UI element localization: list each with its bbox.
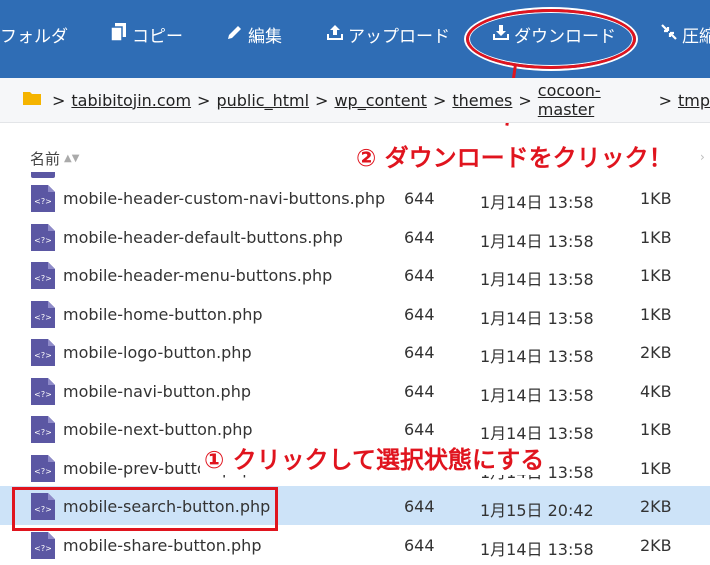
- file-row[interactable]: <?> mobile-header-menu-buttons.php 644 1月14…: [0, 255, 710, 294]
- file-name: mobile-header-menu-buttons.php: [63, 266, 333, 285]
- file-size: 4KB: [640, 381, 672, 401]
- file-permission: 644: [404, 497, 435, 516]
- file-size: 2KB: [640, 497, 672, 516]
- file-size: 1KB: [640, 458, 672, 478]
- php-file-icon: <?>: [31, 416, 55, 443]
- php-file-icon: <?>: [31, 223, 55, 251]
- breadcrumb-item-themes[interactable]: themes: [452, 91, 512, 110]
- breadcrumb-separator: >: [658, 90, 672, 110]
- file-date: 1月14日 13:58: [480, 193, 594, 212]
- file-date: 1月14日 13:58: [480, 308, 594, 328]
- breadcrumb-separator: >: [315, 90, 329, 110]
- file-permission: 644: [404, 381, 435, 401]
- file-row[interactable]: <?> mobile-navi-button.php 644 1月14日 13:58 4…: [0, 371, 710, 410]
- svg-text:<?>: <?>: [34, 274, 52, 283]
- pencil-icon: [226, 23, 248, 46]
- file-size: 2KB: [640, 343, 672, 362]
- file-name: mobile-header-default-buttons.php: [63, 227, 343, 247]
- php-file-icon: <?>: [31, 300, 55, 328]
- file-date: 1月14日 13:58: [480, 347, 594, 366]
- file-permission: 644: [404, 535, 435, 555]
- copy-button[interactable]: コピー: [110, 20, 183, 48]
- svg-text:<?>: <?>: [34, 544, 52, 553]
- breadcrumb: > tabibitojin.com > public_html > wp_con…: [0, 78, 710, 123]
- svg-text:<?>: <?>: [34, 197, 52, 206]
- breadcrumb-item-cocoon-master[interactable]: cocoon-master: [538, 81, 653, 119]
- file-date: 1月14日 13:58: [480, 231, 594, 251]
- file-row[interactable]: <?> mobile-header-default-buttons.php 644 1…: [0, 217, 710, 256]
- file-permission: 644: [404, 304, 435, 324]
- compress-button-label: 圧縮: [682, 26, 710, 47]
- copy-icon: [110, 22, 132, 47]
- file-size: 1KB: [640, 266, 672, 285]
- upload-icon: [326, 23, 348, 46]
- edit-button[interactable]: 編集: [226, 20, 282, 48]
- svg-text:<?>: <?>: [34, 428, 52, 437]
- breadcrumb-item-domain[interactable]: tabibitojin.com: [71, 91, 191, 110]
- breadcrumb-separator: >: [52, 90, 66, 110]
- file-permission: 644: [404, 227, 435, 247]
- compress-icon: [660, 23, 682, 46]
- php-file-icon: <?>: [31, 339, 55, 366]
- upload-button-label: アップロード: [348, 26, 450, 47]
- sort-arrows-icon: ▲▼: [64, 153, 80, 164]
- file-date: 1月14日 13:58: [480, 385, 594, 405]
- file-name: mobile-home-button.php: [63, 304, 263, 324]
- new-folder-button[interactable]: フォルダ: [0, 20, 68, 48]
- file-name: mobile-navi-button.php: [63, 381, 251, 401]
- file-permission: 644: [404, 420, 435, 439]
- download-instruction-note: ② ダウンロードをクリック！: [352, 138, 677, 173]
- breadcrumb-item-public-html[interactable]: public_html: [216, 91, 309, 110]
- breadcrumb-separator: >: [518, 90, 532, 110]
- file-size: 1KB: [640, 304, 672, 324]
- compress-button[interactable]: 圧縮: [660, 20, 710, 48]
- file-date: 1月14日 13:58: [480, 539, 594, 559]
- upload-button[interactable]: アップロード: [326, 20, 450, 48]
- file-size: 1KB: [640, 189, 672, 208]
- file-permission: 644: [404, 189, 435, 208]
- file-permission: 644: [404, 266, 435, 285]
- file-date: 1月15日 20:42: [480, 501, 594, 520]
- file-name: mobile-next-button.php: [63, 420, 253, 439]
- column-header-name-label: 名前: [30, 150, 61, 168]
- svg-text:<?>: <?>: [34, 236, 52, 245]
- file-size: 2KB: [640, 535, 672, 555]
- file-row[interactable]: <?> mobile-logo-button.php 644 1月14日 13:58 2…: [0, 332, 710, 371]
- file-permission: 644: [404, 343, 435, 362]
- breadcrumb-item-wp-content[interactable]: wp_content: [334, 91, 427, 110]
- file-name: mobile-share-button.php: [63, 535, 262, 555]
- file-row[interactable]: <?> mobile-home-button.php 644 1月14日 13:58 1…: [0, 294, 710, 333]
- column-header-name[interactable]: 名前 ▲▼: [30, 148, 79, 169]
- file-size: 1KB: [640, 227, 672, 247]
- file-date: 1月14日 13:58: [480, 270, 594, 289]
- svg-text:<?>: <?>: [34, 313, 52, 322]
- download-highlight-ellipse: [466, 9, 636, 69]
- edit-button-label: 編集: [248, 26, 282, 47]
- file-row[interactable]: <?> mobile-header-custom-navi-buttons.php…: [0, 178, 710, 217]
- copy-button-label: コピー: [132, 26, 183, 47]
- file-name: mobile-header-custom-navi-buttons.php: [63, 189, 386, 208]
- scroll-right-icon: ›: [700, 150, 705, 164]
- php-file-icon: <?>: [31, 377, 55, 405]
- folder-button-label: フォルダ: [0, 26, 68, 47]
- php-file-icon: <?>: [31, 185, 55, 212]
- svg-text:<?>: <?>: [34, 351, 52, 360]
- selection-highlight-box: [12, 487, 278, 531]
- file-name: mobile-logo-button.php: [63, 343, 252, 362]
- breadcrumb-separator: >: [432, 90, 447, 110]
- php-file-icon: <?>: [31, 531, 55, 559]
- svg-text:<?>: <?>: [34, 390, 52, 399]
- breadcrumb-separator: >: [197, 90, 211, 110]
- breadcrumb-item-tmp[interactable]: tmp: [678, 91, 710, 110]
- folder-icon: [22, 90, 42, 110]
- select-instruction-note: ① クリックして選択状態にする: [200, 440, 549, 475]
- file-size: 1KB: [640, 420, 672, 439]
- php-file-icon: <?>: [31, 262, 55, 289]
- php-file-icon: <?>: [31, 454, 55, 482]
- svg-text:<?>: <?>: [34, 467, 52, 476]
